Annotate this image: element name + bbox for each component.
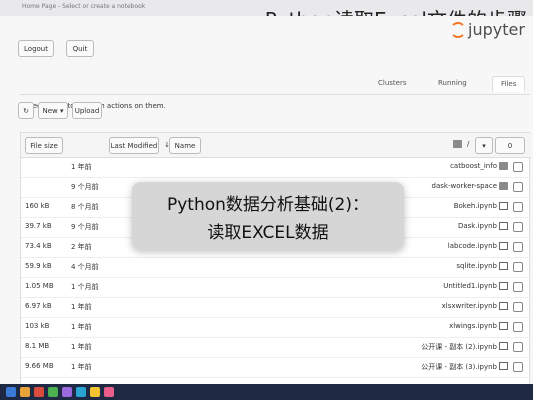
tab-clusters[interactable]: Clusters <box>370 76 415 90</box>
overlay-line-1: Python数据分析基础(2)： <box>166 195 369 215</box>
select-dropdown-button[interactable]: ▾ <box>475 137 493 154</box>
folder-icon <box>499 162 508 170</box>
folder-icon <box>499 182 508 190</box>
list-item[interactable]: 1.05 MB 1 个月前 Untitled1.ipynb <box>21 277 529 298</box>
file-size: 1.05 MB <box>25 282 54 290</box>
file-modified: 1 年前 <box>71 343 92 351</box>
file-list-header: File size Last Modified ↓ Name / ▾ 0 <box>21 133 531 158</box>
chevron-down-icon: ▾ <box>482 142 486 150</box>
tab-files[interactable]: Files <box>492 76 526 92</box>
app-icon[interactable] <box>34 387 44 397</box>
tab-running[interactable]: Running <box>430 76 475 90</box>
file-list: File size Last Modified ↓ Name / ▾ 0 1 年… <box>20 132 531 400</box>
notebook-icon <box>499 242 508 250</box>
overlay-line-2: 读取EXCEL数据 <box>207 223 329 243</box>
os-taskbar <box>0 384 533 400</box>
breadcrumb-folder-icon[interactable] <box>453 140 462 148</box>
refresh-button[interactable]: ↻ <box>18 102 34 119</box>
file-name-link[interactable]: 公开课 - 副本 (3).ipynb <box>347 362 497 372</box>
file-size: 6.97 kB <box>25 302 52 310</box>
row-checkbox[interactable] <box>513 342 523 352</box>
main-tabs: Files Running Clusters <box>20 74 530 95</box>
start-icon[interactable] <box>6 387 16 397</box>
row-checkbox[interactable] <box>513 302 523 312</box>
file-size: 160 kB <box>25 202 50 210</box>
sort-name-button[interactable]: Name <box>169 137 201 154</box>
sort-file-size-button[interactable]: File size <box>25 137 63 154</box>
file-modified: 1 个月前 <box>71 283 99 291</box>
file-size: 73.4 kB <box>25 242 52 250</box>
notebook-icon <box>499 302 508 310</box>
file-size: 9.66 MB <box>25 362 54 370</box>
logout-button[interactable]: Logout <box>18 40 54 57</box>
file-name-link[interactable]: 公开课 - 副本 (2).ipynb <box>347 342 497 352</box>
file-modified: 8 个月前 <box>71 203 99 211</box>
quit-button[interactable]: Quit <box>66 40 94 57</box>
file-size: 8.1 MB <box>25 342 50 350</box>
row-checkbox[interactable] <box>513 242 523 252</box>
video-title-overlay: Python数据分析基础(2)： 读取EXCEL数据 <box>132 182 404 250</box>
notebook-icon <box>499 282 508 290</box>
file-name-link[interactable]: xlwings.ipynb <box>347 322 497 330</box>
notebook-icon <box>499 362 508 370</box>
app-icon[interactable] <box>48 387 58 397</box>
row-checkbox[interactable] <box>513 162 523 172</box>
file-name-link[interactable]: sqlite.ipynb <box>347 262 497 270</box>
file-modified: 9 个月前 <box>71 223 99 231</box>
notebook-icon <box>499 322 508 330</box>
list-item[interactable]: 59.9 kB 4 个月前 sqlite.ipynb <box>21 257 529 278</box>
row-checkbox[interactable] <box>513 282 523 292</box>
app-icon[interactable] <box>62 387 72 397</box>
file-modified: 1 年前 <box>71 303 92 311</box>
file-size: 103 kB <box>25 322 50 330</box>
file-modified: 2 年前 <box>71 243 92 251</box>
list-item[interactable]: 103 kB 1 年前 xlwings.ipynb <box>21 317 529 338</box>
new-dropdown-button[interactable]: New ▾ <box>38 102 68 119</box>
row-checkbox[interactable] <box>513 222 523 232</box>
list-item[interactable]: 6.97 kB 1 年前 xlsxwriter.ipynb <box>21 297 529 318</box>
row-checkbox[interactable] <box>513 182 523 192</box>
file-size: 39.7 kB <box>25 222 52 230</box>
row-checkbox[interactable] <box>513 202 523 212</box>
refresh-icon: ↻ <box>23 107 29 115</box>
jupyter-logo-text: jupyter <box>468 20 525 39</box>
file-name-link[interactable]: catboost_info <box>347 162 497 170</box>
breadcrumb-root[interactable]: / <box>467 140 469 148</box>
file-modified: 1 年前 <box>71 363 92 371</box>
notebook-icon <box>499 262 508 270</box>
list-item[interactable]: 9.66 MB 1 年前 公开课 - 副本 (3).ipynb <box>21 357 529 378</box>
file-modified: 1 年前 <box>71 323 92 331</box>
list-item[interactable]: 8.1 MB 1 年前 公开课 - 副本 (2).ipynb <box>21 337 529 358</box>
app-icon[interactable] <box>104 387 114 397</box>
browser-tab-title[interactable]: Home Page - Select or create a notebook <box>22 3 145 10</box>
app-icon[interactable] <box>20 387 30 397</box>
list-item[interactable]: 1 年前 catboost_info <box>21 157 529 178</box>
sort-last-modified-button[interactable]: Last Modified <box>109 137 159 154</box>
notebook-icon <box>499 342 508 350</box>
jupyter-logo-icon <box>450 22 466 38</box>
file-modified: 4 个月前 <box>71 263 99 271</box>
row-checkbox[interactable] <box>513 322 523 332</box>
notebook-icon <box>499 222 508 230</box>
select-count: 0 <box>507 142 513 150</box>
file-size: 59.9 kB <box>25 262 52 270</box>
file-modified: 9 个月前 <box>71 183 99 191</box>
app-icon[interactable] <box>76 387 86 397</box>
row-checkbox[interactable] <box>513 362 523 372</box>
upload-button[interactable]: Upload <box>72 102 102 119</box>
file-modified: 1 年前 <box>71 163 92 171</box>
file-name-link[interactable]: Untitled1.ipynb <box>347 282 497 290</box>
notebook-icon <box>499 202 508 210</box>
jupyter-logo[interactable]: jupyter <box>450 20 530 42</box>
select-all-control[interactable]: 0 <box>495 137 525 154</box>
app-icon[interactable] <box>90 387 100 397</box>
file-name-link[interactable]: xlsxwriter.ipynb <box>347 302 497 310</box>
row-checkbox[interactable] <box>513 262 523 272</box>
